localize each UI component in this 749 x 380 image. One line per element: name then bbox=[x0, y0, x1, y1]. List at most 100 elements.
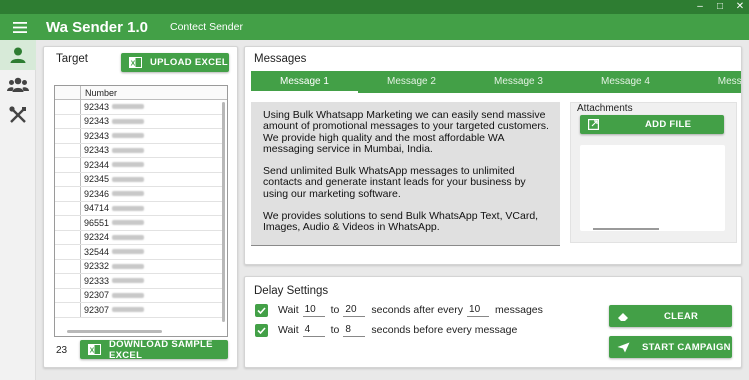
table-row[interactable]: 92344 bbox=[55, 158, 223, 173]
table-row[interactable]: 92324 bbox=[55, 230, 223, 245]
table-row[interactable]: 92345 bbox=[55, 172, 223, 187]
start-campaign-button[interactable]: START CAMPAIGN bbox=[609, 336, 732, 358]
redacted-digits bbox=[112, 234, 145, 240]
send-icon bbox=[617, 342, 630, 353]
svg-text:X: X bbox=[90, 348, 95, 355]
minimize-icon[interactable]: – bbox=[695, 0, 705, 14]
eraser-icon bbox=[617, 311, 630, 322]
table-row[interactable]: 94714 bbox=[55, 201, 223, 216]
attachments-scrollbar[interactable] bbox=[593, 228, 659, 230]
redacted-digits bbox=[112, 307, 145, 313]
table-cell-number: 92307 bbox=[81, 289, 145, 303]
messages-title: Messages bbox=[254, 53, 307, 65]
tab-message-2[interactable]: Message 2 bbox=[358, 71, 465, 93]
table-cell-number: 96551 bbox=[81, 216, 145, 230]
redacted-digits bbox=[112, 249, 145, 255]
tab-message-4[interactable]: Message 4 bbox=[572, 71, 679, 93]
message-paragraph: Using Bulk Whatsapp Marketing we can eas… bbox=[263, 109, 549, 155]
table-cell-number: 92324 bbox=[81, 231, 145, 245]
app-subtitle: Contect Sender bbox=[169, 21, 243, 33]
table-row[interactable]: 92343 bbox=[55, 114, 223, 129]
delay-after-max-input[interactable]: 20 bbox=[343, 303, 366, 317]
sidebar-item-groups[interactable] bbox=[0, 70, 36, 100]
redacted-digits bbox=[112, 162, 145, 168]
redacted-digits bbox=[112, 176, 145, 182]
attachments-title: Attachments bbox=[577, 103, 633, 114]
table-row[interactable]: 92333 bbox=[55, 274, 223, 289]
table-cell-number: 92345 bbox=[81, 173, 145, 187]
delay-after-min-input[interactable]: 10 bbox=[302, 303, 325, 317]
tab-message-1[interactable]: Message 1 bbox=[251, 71, 358, 93]
download-sample-excel-button[interactable]: X DOWNLOAD SAMPLE EXCEL bbox=[80, 339, 228, 361]
attachments-list[interactable] bbox=[580, 145, 725, 231]
delay-before-checkbox[interactable] bbox=[255, 323, 268, 337]
table-cell-number: 32544 bbox=[81, 245, 145, 259]
tab-message-5[interactable]: Messa bbox=[679, 71, 741, 93]
delay-after-checkbox[interactable] bbox=[255, 303, 268, 317]
message-textarea[interactable]: Using Bulk Whatsapp Marketing we can eas… bbox=[251, 102, 560, 246]
delay-settings-panel: Delay Settings Wait 10 to 20 seconds aft… bbox=[244, 276, 742, 368]
table-row[interactable]: 32544 bbox=[55, 245, 223, 260]
tab-message-3[interactable]: Message 3 bbox=[465, 71, 572, 93]
app-title: Wa Sender 1.0 bbox=[46, 18, 148, 36]
excel-icon: X bbox=[88, 344, 101, 355]
table-cell-number: 92307 bbox=[81, 303, 145, 317]
window-controls: – □ ✕ bbox=[695, 0, 745, 14]
message-tabs: Message 1 Message 2 Message 3 Message 4 Mess… bbox=[251, 71, 741, 93]
message-paragraph: Send unlimited Bulk WhatsApp messages to… bbox=[263, 165, 526, 200]
open-external-icon bbox=[588, 119, 599, 130]
table-cell-number: 92343 bbox=[81, 100, 145, 114]
upload-excel-button[interactable]: X UPLOAD EXCEL bbox=[121, 53, 229, 72]
table-row[interactable]: 92343 bbox=[55, 129, 223, 144]
table-header: Number bbox=[55, 86, 227, 100]
table-row[interactable]: 96551 bbox=[55, 216, 223, 231]
messages-panel: Messages Message 1 Message 2 Message 3 Mess… bbox=[244, 46, 742, 265]
table-row[interactable]: 92307 bbox=[55, 303, 223, 318]
user-icon bbox=[10, 47, 26, 63]
redacted-digits bbox=[112, 118, 145, 124]
app-header: Wa Sender 1.0 Contect Sender bbox=[0, 14, 749, 40]
add-file-button[interactable]: ADD FILE bbox=[580, 115, 724, 134]
app-window: – □ ✕ Wa Sender 1.0 Contect Sender Targe… bbox=[0, 0, 749, 380]
svg-text:X: X bbox=[131, 61, 136, 68]
delay-message-count-input[interactable]: 10 bbox=[467, 303, 490, 317]
table-cell-number: 92332 bbox=[81, 260, 145, 274]
delay-row-before: Wait 4 to 8 seconds before every message bbox=[255, 323, 517, 337]
table-cell-number: 92344 bbox=[81, 158, 145, 172]
delay-before-min-input[interactable]: 4 bbox=[302, 323, 325, 337]
redacted-digits bbox=[112, 278, 145, 284]
table-row[interactable]: 92307 bbox=[55, 288, 223, 303]
target-count: 23 bbox=[56, 345, 68, 356]
table-rows: 92343 92343 92343 92343 92344 92345 92346 94714… bbox=[55, 100, 223, 318]
excel-icon: X bbox=[129, 57, 142, 68]
numbers-table[interactable]: Number 92343 92343 92343 92343 92344 92345 923… bbox=[54, 85, 228, 337]
message-paragraph: We provides solutions to send Bulk Whats… bbox=[263, 210, 539, 234]
sidebar-item-tools[interactable] bbox=[0, 100, 36, 130]
tools-icon bbox=[9, 106, 26, 123]
delay-row-after: Wait 10 to 20 seconds after every 10 mes… bbox=[255, 303, 543, 317]
table-cell-number: 92343 bbox=[81, 129, 145, 143]
clear-button[interactable]: CLEAR bbox=[609, 305, 732, 327]
table-row[interactable]: 92332 bbox=[55, 259, 223, 274]
table-cell-number: 94714 bbox=[81, 202, 145, 216]
group-icon bbox=[7, 77, 29, 92]
table-row[interactable]: 92343 bbox=[55, 143, 223, 158]
table-row[interactable]: 92343 bbox=[55, 100, 223, 115]
column-header-number: Number bbox=[85, 88, 118, 98]
redacted-digits bbox=[112, 191, 145, 197]
title-strip: – □ ✕ bbox=[0, 0, 749, 14]
delay-before-max-input[interactable]: 8 bbox=[343, 323, 366, 337]
table-cell-number: 92333 bbox=[81, 274, 145, 288]
redacted-digits bbox=[112, 104, 145, 110]
sidebar-item-contacts[interactable] bbox=[0, 40, 36, 70]
maximize-icon[interactable]: □ bbox=[715, 0, 725, 14]
target-panel: Target X UPLOAD EXCEL Number 92343 92343 9… bbox=[43, 46, 238, 368]
table-cell-number: 92343 bbox=[81, 144, 145, 158]
table-horizontal-scrollbar[interactable] bbox=[67, 330, 162, 333]
delay-settings-title: Delay Settings bbox=[254, 285, 329, 297]
sidebar bbox=[0, 40, 36, 380]
hamburger-menu-icon[interactable] bbox=[0, 14, 40, 40]
table-vertical-scrollbar[interactable] bbox=[222, 102, 225, 322]
close-icon[interactable]: ✕ bbox=[735, 0, 745, 14]
table-row[interactable]: 92346 bbox=[55, 187, 223, 202]
